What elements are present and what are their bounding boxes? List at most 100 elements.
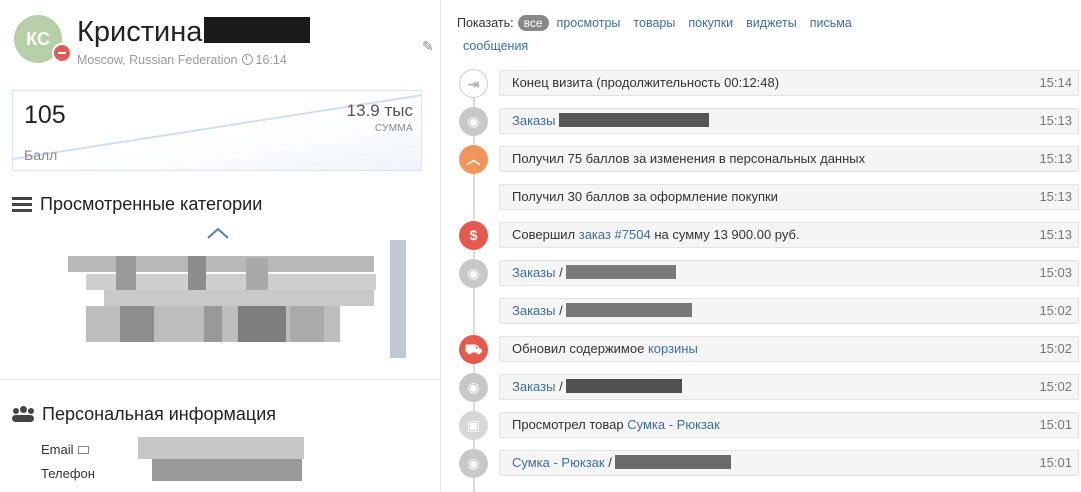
viewed-categories-heading: Просмотренные категории bbox=[12, 194, 262, 215]
chevron-up-icon[interactable] bbox=[206, 226, 230, 240]
timeline-event: ◉ Заказы 15:13 bbox=[442, 107, 1081, 136]
filter-emails[interactable]: письма bbox=[810, 16, 852, 30]
exit-icon: ⇥ bbox=[459, 69, 488, 98]
event-link[interactable]: Заказы bbox=[512, 379, 555, 394]
event-link[interactable]: Заказы bbox=[512, 303, 555, 318]
timeline-event: ⛟ Обновил содержимое корзины 15:02 bbox=[442, 335, 1081, 364]
eye-icon: ◉ bbox=[459, 107, 488, 136]
product-link[interactable]: Сумка - Рюкзак bbox=[512, 455, 605, 470]
event-box: Обновил содержимое корзины 15:02 bbox=[499, 336, 1079, 362]
event-box: Заказы / 15:02 bbox=[499, 374, 1079, 400]
event-text: Получил 30 баллов за оформление покупки bbox=[512, 189, 778, 204]
product-link[interactable]: Сумка - Рюкзак bbox=[627, 417, 720, 432]
filter-widgets[interactable]: виджеты bbox=[746, 16, 797, 30]
event-time: 15:13 bbox=[1039, 227, 1072, 242]
timeline-event: $ Совершил заказ #7504 на сумму 13 900.0… bbox=[442, 221, 1081, 250]
event-text: Конец визита (продолжительность 00:12:48… bbox=[512, 75, 780, 90]
pencil-icon[interactable]: ✎ bbox=[422, 39, 436, 53]
event-time: 15:14 bbox=[1039, 75, 1072, 90]
profile-header: КС Кристина Moscow, Russian Federation 16… bbox=[14, 13, 434, 73]
event-prefix: Обновил содержимое bbox=[512, 341, 648, 356]
filter-label: Показать: bbox=[457, 16, 514, 30]
timeline-event: Получил 30 баллов за оформление покупки 1… bbox=[442, 183, 1081, 212]
points-label: Балл bbox=[24, 147, 58, 163]
local-time: 16:14 bbox=[255, 53, 287, 67]
points-value: 105 bbox=[24, 101, 66, 129]
email-label: Email bbox=[41, 442, 74, 457]
section-divider bbox=[0, 379, 440, 380]
activity-panel: Показать: все просмотры товары покупки виджет… bbox=[442, 0, 1081, 492]
filter-purchases[interactable]: покупки bbox=[688, 16, 733, 30]
redacted-surname bbox=[204, 17, 311, 43]
score-card: 105 Балл 13.9 тыс СУММА bbox=[12, 90, 422, 171]
event-box: Заказы / 15:02 bbox=[499, 298, 1079, 324]
users-icon bbox=[12, 406, 34, 422]
event-box: Получил 75 баллов за изменения в персона… bbox=[499, 146, 1079, 172]
filter-all-chip[interactable]: все bbox=[517, 15, 549, 31]
mail-icon bbox=[77, 446, 89, 454]
event-suffix: / bbox=[555, 265, 563, 280]
profile-panel: КС Кристина Moscow, Russian Federation 16… bbox=[0, 0, 441, 492]
cart-link[interactable]: корзины bbox=[648, 341, 698, 356]
event-box: Конец визита (продолжительность 00:12:48… bbox=[499, 70, 1079, 96]
event-time: 15:02 bbox=[1039, 379, 1072, 394]
list-icon bbox=[12, 197, 32, 212]
contact-first-name: Кристина bbox=[77, 16, 203, 48]
event-box: Сумка - Рюкзак / 15:01 bbox=[499, 450, 1079, 476]
event-suffix: / bbox=[604, 455, 612, 470]
phone-row: Телефон bbox=[41, 466, 95, 481]
sum-value: 13.9 тыс bbox=[346, 101, 413, 120]
chevron-up-icon: ︿ bbox=[459, 145, 488, 174]
event-text: Получил 75 баллов за изменения в персона… bbox=[512, 151, 866, 166]
event-box: Просмотрел товар Сумка - Рюкзак 15:01 bbox=[499, 412, 1079, 438]
timeline-event: ▣ Просмотрел товар Сумка - Рюкзак 15:01 bbox=[442, 411, 1081, 440]
redacted-text bbox=[559, 113, 710, 127]
event-suffix: / bbox=[555, 303, 563, 318]
sum-label: СУММА bbox=[374, 123, 413, 134]
redacted-text bbox=[566, 265, 677, 279]
event-time: 15:13 bbox=[1039, 113, 1072, 128]
redacted-phone bbox=[152, 459, 302, 481]
redacted-text bbox=[566, 379, 683, 393]
location-text: Moscow, Russian Federation bbox=[77, 53, 238, 67]
filter-products[interactable]: товары bbox=[633, 16, 675, 30]
event-time: 15:01 bbox=[1039, 455, 1072, 470]
timeline-event: ◉ Заказы / 15:03 bbox=[442, 259, 1081, 288]
event-link[interactable]: Заказы bbox=[512, 113, 555, 128]
filter-messages[interactable]: сообщения bbox=[463, 39, 528, 53]
event-suffix: на сумму 13 900.00 руб. bbox=[650, 227, 800, 242]
blocked-status-icon bbox=[52, 43, 72, 63]
timeline-event: ◉ Заказы / 15:02 bbox=[442, 373, 1081, 402]
email-row: Email bbox=[41, 442, 89, 457]
event-suffix: / bbox=[555, 379, 563, 394]
event-box: Совершил заказ #7504 на сумму 13 900.00 … bbox=[499, 222, 1079, 248]
viewed-categories-title: Просмотренные категории bbox=[40, 194, 263, 214]
event-time: 15:13 bbox=[1039, 189, 1072, 204]
contact-location: Moscow, Russian Federation 16:14 bbox=[77, 53, 287, 67]
eye-icon: ◉ bbox=[459, 449, 488, 478]
filter-views[interactable]: просмотры bbox=[557, 16, 621, 30]
event-time: 15:01 bbox=[1039, 417, 1072, 432]
event-box: Получил 30 баллов за оформление покупки 1… bbox=[499, 184, 1079, 210]
box-icon: ▣ bbox=[459, 411, 488, 440]
event-time: 15:02 bbox=[1039, 303, 1072, 318]
event-prefix: Просмотрел товар bbox=[512, 417, 628, 432]
eye-icon: ◉ bbox=[459, 373, 488, 402]
clock-icon bbox=[241, 54, 253, 65]
personal-info-heading: Персональная информация bbox=[12, 404, 276, 425]
event-link[interactable]: Заказы bbox=[512, 265, 555, 280]
event-box: Заказы / 15:03 bbox=[499, 260, 1079, 286]
event-prefix: Совершил bbox=[512, 227, 579, 242]
redacted-text bbox=[615, 455, 732, 469]
event-time: 15:03 bbox=[1039, 265, 1072, 280]
activity-filter-bar: Показать: все просмотры товары покупки виджет… bbox=[457, 12, 1072, 58]
order-link[interactable]: заказ #7504 bbox=[579, 227, 651, 242]
event-time: 15:13 bbox=[1039, 151, 1072, 166]
eye-icon: ◉ bbox=[459, 259, 488, 288]
categories-chart-redacted bbox=[32, 240, 408, 358]
event-box: Заказы 15:13 bbox=[499, 108, 1079, 134]
timeline-event: ︿ Получил 75 баллов за изменения в персо… bbox=[442, 145, 1081, 174]
cart-icon: ⛟ bbox=[459, 335, 488, 364]
event-time: 15:02 bbox=[1039, 341, 1072, 356]
timeline-event: ◉ Сумка - Рюкзак / 15:01 bbox=[442, 449, 1081, 478]
